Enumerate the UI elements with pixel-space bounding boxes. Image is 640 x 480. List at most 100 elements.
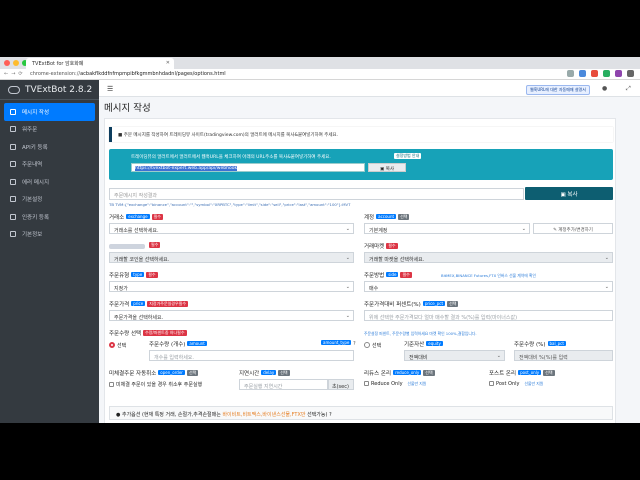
delay-tag: delay <box>261 370 277 375</box>
order-type-select[interactable]: 지정가 ⌄ <box>109 281 354 292</box>
delay-label: 지연시간 delay 선택 <box>239 369 290 377</box>
notification-icon[interactable]: ● <box>602 85 607 92</box>
extension-icon[interactable] <box>603 70 610 77</box>
market-value: 거래할 마켓을 선택하세요. <box>369 256 425 263</box>
price-value: 주문가격을 선택하세요. <box>114 314 164 321</box>
setup-guide-badge[interactable]: 설정방법 안내 <box>394 153 422 159</box>
reduce-hint: 선물만 지원 <box>407 381 427 386</box>
exchange-select[interactable]: 거래소를 선택하세요. ⌄ <box>109 223 354 234</box>
post-checkbox[interactable]: Post Only 선물만 지원 <box>489 381 543 387</box>
cloud-icon <box>8 85 20 94</box>
base-asset-label-text: 기준자산 <box>404 342 425 348</box>
exchange-tag: exchange <box>126 214 150 219</box>
sidebar-item-label: API키 등록 <box>22 144 48 151</box>
copy-message-button[interactable]: ▣ 복사 <box>525 187 613 200</box>
required-badge: 수량/퍼센트중 하나필수 <box>143 330 187 336</box>
message-result-input[interactable]: 주문메시지 작성결과 <box>109 188 524 200</box>
cancel-checkbox[interactable]: 미체결 주문이 있을 경우 취소후 주문실행 <box>109 381 202 388</box>
profile-icon[interactable] <box>615 70 622 77</box>
main-content: 메시지 작성 ■ 주문 메시지를 작성하여 트레이딩뷰 사이트(tradingv… <box>99 97 640 423</box>
required-badge: 필수 <box>151 214 163 220</box>
alert-icon <box>10 178 16 185</box>
base-asset-select[interactable]: 전액대비 ⌄ <box>404 350 505 361</box>
extra-highlight: 바이비트,비트맥스,바이낸스선물,FTX만 <box>222 412 306 418</box>
qty-label: 주문수량 (개수) amount <box>149 340 207 348</box>
account-select[interactable]: 기본계정 ⌄ <box>364 223 530 234</box>
extension-icons <box>567 70 634 77</box>
side-select[interactable]: 매수 ⌄ <box>364 281 613 292</box>
webhook-message: 트레이딩뷰의 얼러트에서 얼러트에서 웹훅URL을 체크하여 아래의 URL주소… <box>131 155 331 160</box>
info-icon <box>10 231 16 238</box>
minimize-window-icon[interactable] <box>13 60 19 66</box>
extra-options-toggle[interactable]: ● 추가옵션 (현재 특정 거래, 손절가,추격손절매는 바이비트,비트맥스,바… <box>109 406 613 420</box>
add-account-button[interactable]: ✎ 계정추가/변경하기 <box>533 223 613 234</box>
brand[interactable]: TVExtBot 2.8.2 <box>0 80 99 100</box>
price-pct-input[interactable]: 위에 선택한 주문가격보다 얼마 매수할 결과 %(%)를 입력(마이너스값) <box>364 310 613 321</box>
qty-input[interactable]: 개수를 입력하세요. <box>149 350 354 361</box>
copy-button-label: 복사 <box>567 192 578 198</box>
gear-icon <box>10 196 16 203</box>
extension-icon[interactable] <box>579 70 586 77</box>
chevron-down-icon: ⌄ <box>345 255 350 261</box>
sidebar-item-label: 워주문 <box>22 127 38 134</box>
sidebar-item-history[interactable]: 주문내역 <box>4 156 95 174</box>
reduce-checkbox[interactable]: Reduce Only 선물만 지원 <box>364 381 426 387</box>
blurred-label <box>109 244 145 249</box>
checkbox-icon <box>109 382 114 387</box>
price-select[interactable]: 주문가격을 선택하세요. ⌄ <box>109 310 354 321</box>
webhook-copy-label: 복사 <box>385 167 394 172</box>
menu-dots-icon[interactable] <box>627 70 634 77</box>
reduce-only-tag: reduce_only <box>393 370 422 375</box>
price-tag: price <box>131 301 146 306</box>
fullscreen-icon[interactable]: ⤢ <box>626 85 631 93</box>
bal-pct-tag: bal_pct <box>547 341 566 346</box>
sidebar-item-errors[interactable]: 에러 메시지 <box>4 173 95 191</box>
help-icon[interactable]: ? <box>329 412 332 418</box>
hamburger-icon[interactable]: ☰ <box>107 85 113 93</box>
open-order-tag: open_order <box>158 370 185 375</box>
order-type-label: 주문유형 type 필수 <box>109 271 158 279</box>
amount-pct-radio[interactable]: 선택 <box>364 342 381 349</box>
amount-section-text: 주문수량 선택 <box>109 331 142 337</box>
price-label-text: 주문가격 <box>109 302 130 308</box>
amount-note: 주문설정 퍼센트, 주문수량별 입력하세요 마켓 확인 100%,결합입니다. <box>364 331 477 336</box>
webhook-copy-button[interactable]: ▣ 복사 <box>368 163 406 172</box>
pct-input[interactable]: 전액대비 %(%)를 입력 <box>514 350 613 361</box>
sidebar-item-info[interactable]: 기본정보 <box>4 226 95 244</box>
required-badge: 필수 <box>149 242 161 248</box>
extension-icon[interactable] <box>591 70 598 77</box>
url-path: acbakflkddfnfmpmpibfkgmmbnhdadnl/pages/o… <box>80 71 226 77</box>
account-label-text: 계정 <box>364 215 375 221</box>
cancel-label: 미체결주문 자동취소 open_order 선택 <box>109 369 199 377</box>
tab-close-icon[interactable]: ✕ <box>166 60 170 66</box>
nav-arrows[interactable]: ←→⟳ <box>4 71 26 77</box>
callout-text: 주문 메시지를 작성하여 트레이딩뷰 사이트(tradingview.com)의… <box>123 133 339 138</box>
close-window-icon[interactable] <box>4 60 10 66</box>
star-icon[interactable] <box>567 70 574 77</box>
amount-qty-radio[interactable]: 선택 <box>109 342 126 349</box>
top-navbar: ☰ 웹훅URL에 대한 자동매매 설명서 ● ⤢ <box>99 80 640 97</box>
sidebar-item-license[interactable]: 인증키 등록 <box>4 208 95 226</box>
edit-icon <box>10 108 16 115</box>
browser-titlebar: TVExtBot for 암호화폐 ✕ <box>0 57 640 69</box>
exchange-label-text: 거래소 <box>109 215 125 221</box>
sidebar-item-orders[interactable]: 워주문 <box>4 121 95 139</box>
sidebar-item-api[interactable]: API키 등록 <box>4 138 95 156</box>
market-select[interactable]: 거래할 마켓을 선택하세요. ⌄ <box>364 252 613 263</box>
optional-badge: 선택 <box>447 301 459 307</box>
manual-link[interactable]: 웹훅URL에 대한 자동매매 설명서 <box>526 85 590 95</box>
url-field[interactable]: chrome-extension://acbakflkddfnfmpmpibfk… <box>30 71 226 77</box>
sidebar: TVExtBot 2.8.2 메시지 작성 워주문 API키 등록 주문내역 에… <box>0 80 99 423</box>
sidebar-menu: 메시지 작성 워주문 API키 등록 주문내역 에러 메시지 기본설정 인증키 … <box>0 100 99 243</box>
webhook-url-field[interactable]: https://tvextbot-expert.web.app/api/webh… <box>131 163 365 172</box>
window-controls[interactable] <box>4 60 28 66</box>
browser-tab[interactable]: TVExtBot for 암호화폐 ✕ <box>26 58 174 69</box>
sidebar-item-settings[interactable]: 기본설정 <box>4 191 95 209</box>
coin-select[interactable]: 거래할 코인을 선택하세요. ⌄ <box>109 252 354 263</box>
sidebar-item-message[interactable]: 메시지 작성 <box>4 103 95 121</box>
help-icon[interactable]: ? <box>351 341 356 347</box>
copy-icon: ▣ <box>560 192 566 198</box>
address-bar[interactable]: ←→⟳ chrome-extension://acbakflkddfnfmpmp… <box>0 69 640 80</box>
cancel-label-text: 미체결주문 자동취소 <box>109 371 157 377</box>
delay-input[interactable]: 주문실행 지연시간 <box>239 379 328 390</box>
